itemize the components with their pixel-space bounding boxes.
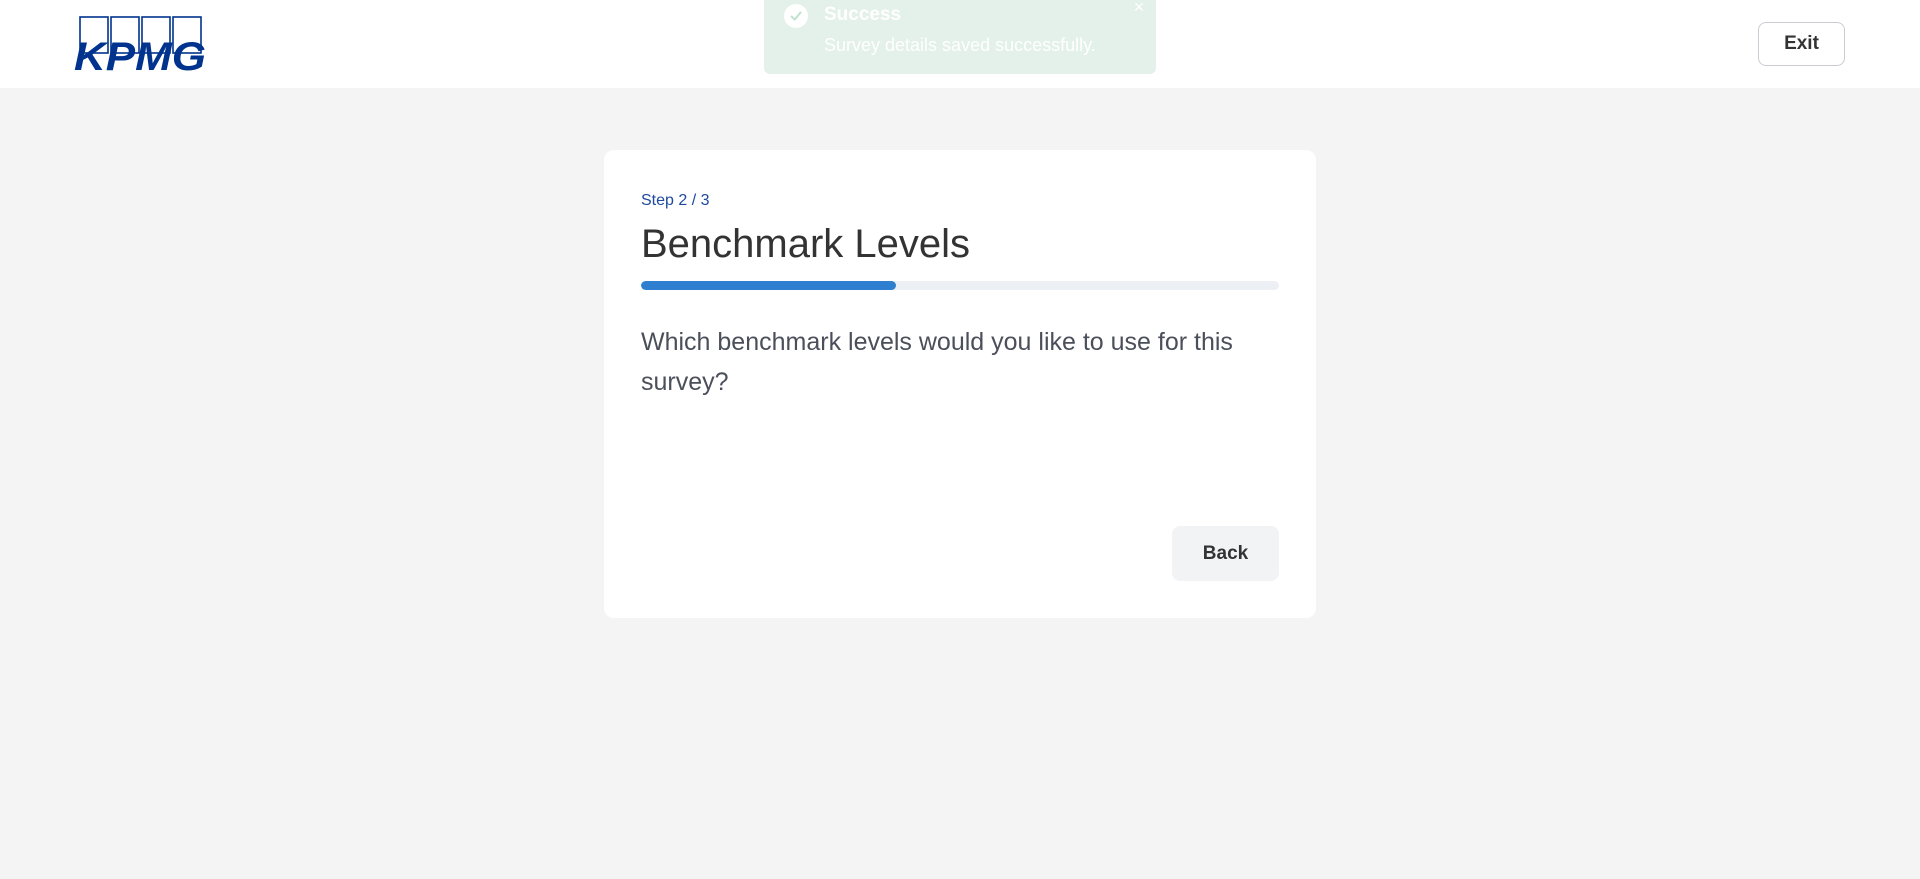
survey-step-card: Step 2 / 3 Benchmark Levels Which benchm… (604, 150, 1316, 618)
success-toast: Success Survey details saved successfull… (764, 0, 1156, 74)
check-circle-icon (784, 4, 808, 28)
progress-bar-fill (641, 281, 897, 290)
question-text: Which benchmark levels would you like to… (641, 328, 1233, 396)
kpmg-logo: KPMG (74, 16, 206, 72)
svg-text:KPMG: KPMG (74, 35, 206, 72)
close-icon[interactable]: × (1130, 0, 1148, 16)
page-title: Benchmark Levels (641, 222, 971, 266)
toast-title: Success (824, 4, 902, 25)
toast-message: Survey details saved successfully. (824, 35, 1096, 55)
step-indicator: Step 2 / 3 (641, 192, 710, 209)
progress-bar (641, 281, 1279, 290)
back-button[interactable]: Back (1172, 526, 1279, 581)
exit-button[interactable]: Exit (1758, 22, 1845, 66)
